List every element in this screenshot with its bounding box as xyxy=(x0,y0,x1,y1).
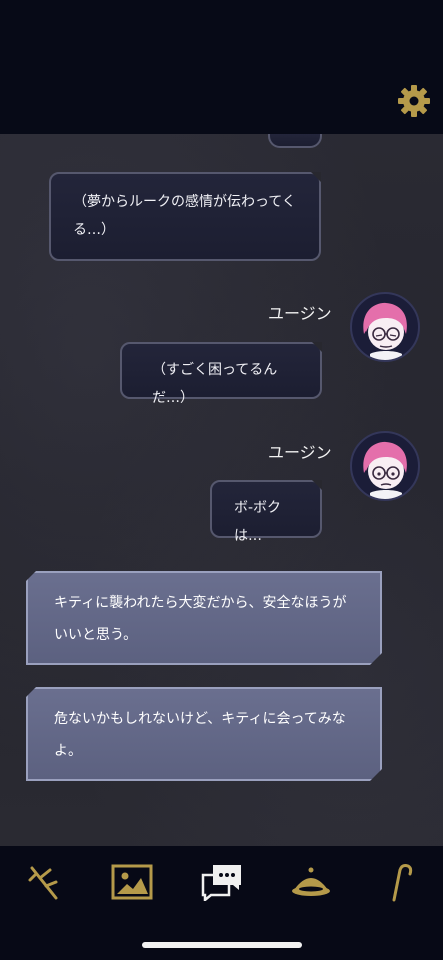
message-text: （夢からルークの感情が伝わってくる…） xyxy=(73,194,296,238)
nav-gallery-button[interactable] xyxy=(110,862,154,902)
message-bubble: （夢からルークの感情が伝わってくる…） xyxy=(49,172,321,261)
gear-icon[interactable] xyxy=(397,84,431,118)
speaker-name: ユージン xyxy=(268,443,332,462)
chat-icon xyxy=(201,865,241,901)
branch-icon xyxy=(28,866,58,900)
choice-text: キティに襲われたら大変だから、安全なほうがいいと思う。 xyxy=(54,595,347,643)
choice-text: 危ないかもしれないけど、キティに会ってみなよ。 xyxy=(54,711,346,759)
chat-area[interactable]: （夢からルークの感情が伝わってくる…） ユージン （すごく困ってるんだ…） ユー… xyxy=(0,134,443,846)
choice-button-safe[interactable]: キティに襲われたら大変だから、安全なほうがいいと思う。 xyxy=(26,571,382,665)
message-bubble-partial xyxy=(268,134,322,148)
nav-chat-button[interactable] xyxy=(200,862,244,902)
message-bubble: ボ-ボクは… xyxy=(210,480,322,544)
avatar xyxy=(350,292,420,362)
message-text: （すごく困ってるんだ…） xyxy=(152,362,278,406)
message-text: ボ-ボクは… xyxy=(234,500,282,544)
message-bubble: （すごく困ってるんだ…） xyxy=(120,342,322,406)
picture-icon xyxy=(111,864,153,900)
home-indicator[interactable] xyxy=(142,942,302,948)
top-bar xyxy=(0,0,443,134)
nav-dome-button[interactable] xyxy=(289,862,333,902)
nav-branch-button[interactable] xyxy=(22,862,66,902)
cane-icon xyxy=(392,864,413,902)
speaker-name: ユージン xyxy=(268,304,332,323)
nav-cane-button[interactable] xyxy=(377,862,421,902)
avatar xyxy=(350,431,420,501)
dome-icon xyxy=(292,867,330,896)
eugene-portrait xyxy=(363,302,407,360)
eugene-portrait xyxy=(363,441,407,499)
choice-button-meet-kitty[interactable]: 危ないかもしれないけど、キティに会ってみなよ。 xyxy=(26,687,382,781)
